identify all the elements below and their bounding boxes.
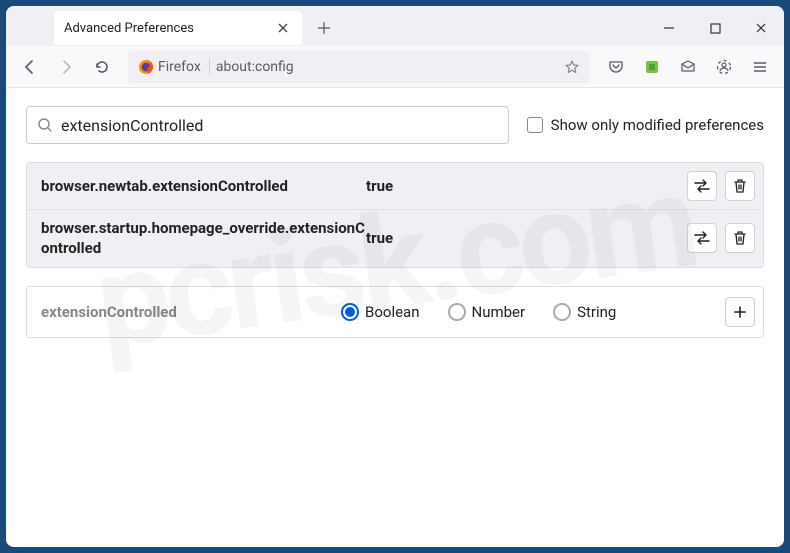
pocket-icon[interactable]: [600, 51, 632, 83]
url-text: about:config: [216, 59, 558, 75]
browser-window: Advanced Preferences Firefox about:confi…: [6, 6, 784, 547]
radio-label: Number: [472, 303, 526, 321]
radio-number[interactable]: Number: [448, 303, 526, 321]
radio-label: Boolean: [365, 303, 420, 321]
toggle-button[interactable]: [687, 171, 717, 201]
pref-list: browser.newtab.extensionControlled true …: [26, 162, 764, 268]
radio-label: String: [577, 303, 616, 321]
address-bar[interactable]: Firefox about:config: [128, 51, 590, 83]
toolbar: Firefox about:config: [6, 46, 784, 88]
toggle-button[interactable]: [687, 223, 717, 253]
new-pref-row: extensionControlled Boolean Number Strin…: [26, 286, 764, 338]
new-tab-button[interactable]: [310, 14, 338, 42]
search-input[interactable]: [61, 116, 498, 135]
radio-icon: [553, 303, 571, 321]
pref-row[interactable]: browser.newtab.extensionControlled true: [27, 163, 763, 209]
tab-title: Advanced Preferences: [64, 21, 194, 36]
radio-string[interactable]: String: [553, 303, 616, 321]
delete-button[interactable]: [725, 171, 755, 201]
new-pref-name: extensionControlled: [41, 303, 341, 321]
trash-icon: [733, 178, 747, 194]
pref-actions: [687, 171, 755, 201]
close-icon[interactable]: [274, 19, 292, 37]
account-icon[interactable]: [708, 51, 740, 83]
radio-icon: [448, 303, 466, 321]
inbox-icon[interactable]: [672, 51, 704, 83]
extension-icon[interactable]: [636, 51, 668, 83]
pref-name: browser.newtab.extensionControlled: [41, 176, 366, 196]
tab-active[interactable]: Advanced Preferences: [54, 11, 302, 45]
identity-label: Firefox: [158, 59, 201, 75]
reload-button[interactable]: [86, 51, 118, 83]
firefox-icon: [138, 59, 154, 75]
search-row: Show only modified preferences: [26, 106, 764, 144]
plus-icon: [733, 305, 747, 319]
checkbox-icon: [527, 117, 543, 133]
window-controls: [646, 8, 784, 48]
radio-boolean[interactable]: Boolean: [341, 303, 420, 321]
pref-row[interactable]: browser.startup.homepage_override.extens…: [27, 209, 763, 267]
delete-button[interactable]: [725, 223, 755, 253]
checkbox-label: Show only modified preferences: [551, 116, 764, 134]
toggle-icon: [693, 231, 711, 245]
search-box[interactable]: [26, 106, 509, 144]
titlebar: Advanced Preferences: [6, 6, 784, 46]
type-radio-group: Boolean Number String: [341, 303, 725, 321]
show-modified-checkbox[interactable]: Show only modified preferences: [527, 116, 764, 134]
pref-name: browser.startup.homepage_override.extens…: [41, 218, 366, 259]
content-area: pcrisk.com Show only modified preference…: [6, 88, 784, 547]
back-button[interactable]: [14, 51, 46, 83]
toggle-icon: [693, 179, 711, 193]
identity-box[interactable]: Firefox: [138, 59, 210, 75]
pref-value: true: [366, 229, 687, 247]
menu-icon[interactable]: [744, 51, 776, 83]
bookmark-star-icon[interactable]: [564, 59, 580, 75]
close-button[interactable]: [738, 8, 784, 48]
search-icon: [37, 117, 53, 133]
pref-value: true: [366, 177, 687, 195]
trash-icon: [733, 230, 747, 246]
forward-button[interactable]: [50, 51, 82, 83]
maximize-button[interactable]: [692, 8, 738, 48]
add-button[interactable]: [725, 297, 755, 327]
pref-actions: [687, 223, 755, 253]
minimize-button[interactable]: [646, 8, 692, 48]
radio-icon: [341, 303, 359, 321]
